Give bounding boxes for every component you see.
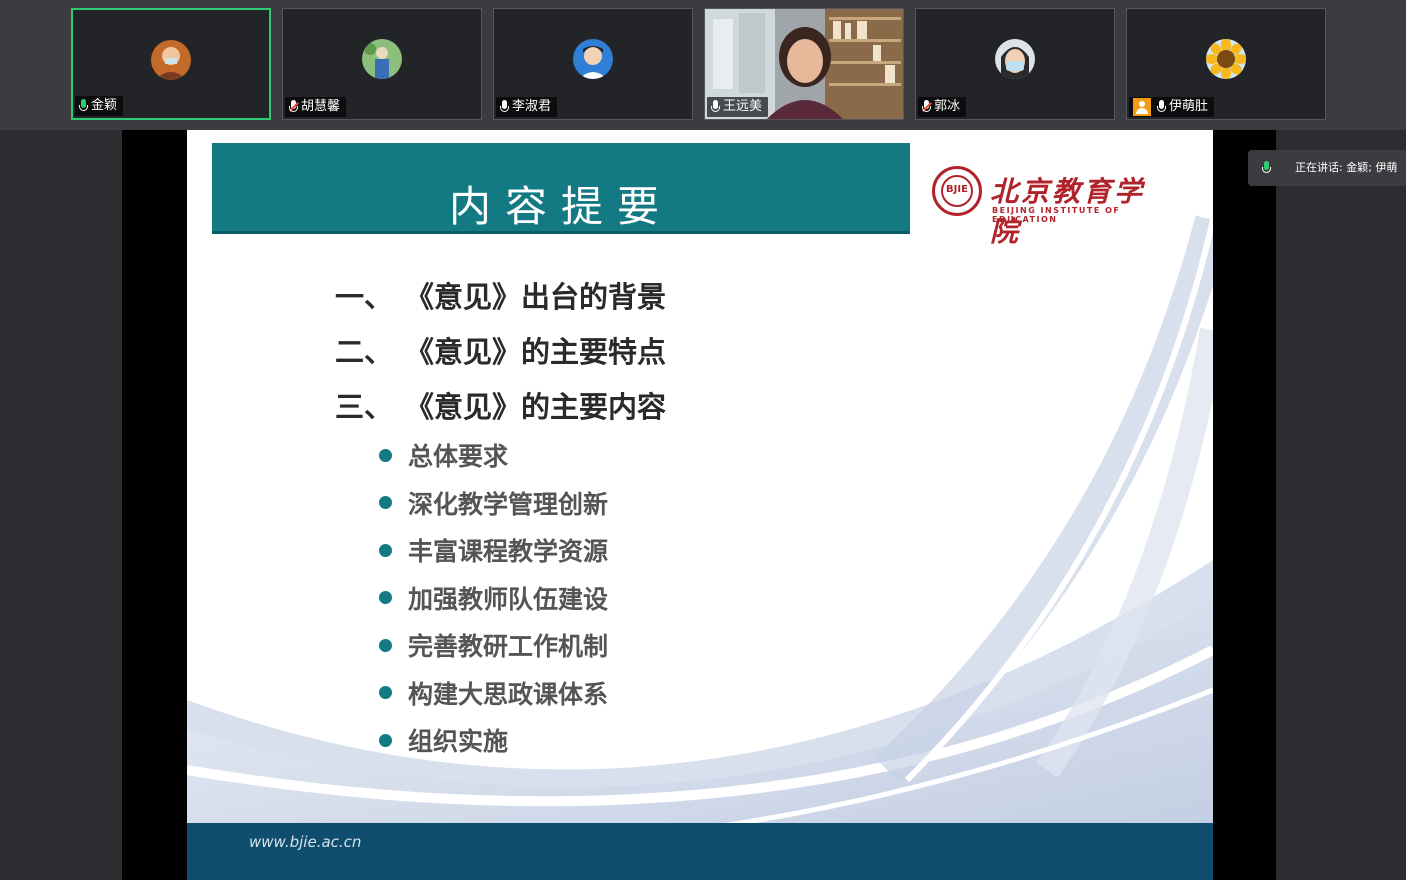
participant-strip: 金颖 胡慧馨 李淑君 王远美 郭冰 伊萌肚 bbox=[0, 0, 1406, 130]
participant-name: 金颖 bbox=[75, 96, 124, 116]
logo-english: BEIJING INSTITUTE OF EDUCATION bbox=[992, 206, 1121, 224]
participant-tile[interactable]: 王远美 bbox=[704, 8, 904, 120]
participant-tile[interactable]: 郭冰 bbox=[915, 8, 1115, 120]
participant-tile[interactable]: 李淑君 bbox=[493, 8, 693, 120]
seal-icon: BJIE bbox=[932, 166, 982, 216]
mic-muted-icon bbox=[289, 100, 299, 114]
participant-tile[interactable]: 胡慧馨 bbox=[282, 8, 482, 120]
mic-icon bbox=[711, 100, 720, 114]
participant-name: 胡慧馨 bbox=[285, 97, 347, 117]
bullet-icon bbox=[379, 448, 392, 462]
presentation-slide: 内容提要 BJIE 北京教育学院 BEIJING INSTITUTE OF ED… bbox=[187, 130, 1213, 880]
avatar bbox=[362, 39, 402, 79]
bullet-icon bbox=[379, 496, 392, 509]
participant-name: 伊萌肚 bbox=[1129, 97, 1215, 117]
institute-logo: BJIE 北京教育学院 BEIJING INSTITUTE OF EDUCATI… bbox=[932, 166, 1172, 248]
mic-icon bbox=[500, 100, 509, 114]
avatar bbox=[573, 39, 613, 79]
list-item: 完善教研工作机制 bbox=[379, 626, 608, 674]
list-item: 深化教学管理创新 bbox=[379, 484, 608, 532]
outline-heading: 二、 《意见》的主要特点 bbox=[335, 335, 667, 369]
mic-icon bbox=[1157, 100, 1166, 114]
slide-footer: www.bjie.ac.cn bbox=[187, 823, 1213, 880]
footer-url: www.bjie.ac.cn bbox=[249, 833, 362, 851]
participant-tile[interactable]: 金颖 bbox=[71, 8, 271, 120]
sunflower-icon bbox=[1206, 39, 1246, 79]
bullet-icon bbox=[379, 638, 392, 652]
participant-name: 王远美 bbox=[707, 97, 769, 117]
slide-title: 内容提要 bbox=[448, 182, 673, 231]
list-item: 总体要求 bbox=[379, 436, 608, 484]
avatar bbox=[995, 39, 1035, 79]
outline-heading: 三、 《意见》的主要内容 bbox=[335, 390, 667, 424]
mic-icon bbox=[1262, 161, 1271, 175]
speaking-indicator: 正在讲话: 金颖; 伊萌 bbox=[1248, 150, 1406, 186]
bullet-icon bbox=[379, 733, 392, 747]
list-item: 组织实施 bbox=[379, 721, 608, 769]
outline-heading: 一、 《意见》出台的背景 bbox=[335, 280, 667, 314]
bullet-icon bbox=[379, 543, 392, 557]
mic-muted-icon bbox=[922, 100, 932, 114]
bullet-icon bbox=[379, 591, 392, 604]
slide-title-bar: 内容提要 bbox=[212, 143, 910, 234]
speaking-text: 正在讲话: 金颖; 伊萌 bbox=[1295, 161, 1398, 174]
bullet-icon bbox=[379, 686, 392, 699]
outline-headings: 一、 《意见》出台的背景 二、 《意见》的主要特点 三、 《意见》的主要内容 bbox=[335, 276, 666, 441]
outline-subitems: 总体要求 深化教学管理创新 丰富课程教学资源 加强教师队伍建设 完善教研工作机制… bbox=[379, 436, 608, 769]
avatar-placeholder-icon bbox=[1133, 98, 1151, 116]
mic-icon bbox=[79, 99, 88, 113]
participant-tile[interactable]: 伊萌肚 bbox=[1126, 8, 1326, 120]
list-item: 构建大思政课体系 bbox=[379, 674, 608, 722]
participant-name: 郭冰 bbox=[918, 97, 967, 117]
avatar bbox=[151, 40, 191, 80]
list-item: 丰富课程教学资源 bbox=[379, 531, 608, 579]
participant-name: 李淑君 bbox=[496, 97, 558, 117]
list-item: 加强教师队伍建设 bbox=[379, 579, 608, 627]
